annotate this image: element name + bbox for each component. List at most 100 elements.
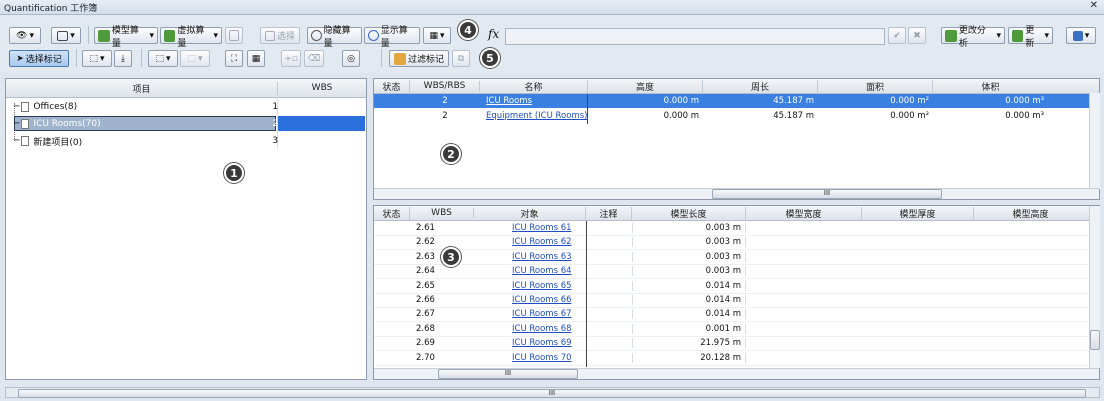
- object-link[interactable]: ICU Rooms 68: [474, 324, 586, 334]
- table-row[interactable]: 2.69 ICU Rooms 69 21.975 m: [374, 336, 1089, 352]
- column-status[interactable]: 状态: [374, 206, 410, 220]
- top-grid-hscroll[interactable]: III: [374, 188, 1099, 199]
- show-takeoff-label: 显示算量: [380, 25, 408, 49]
- name-link[interactable]: ICU Rooms: [480, 96, 588, 106]
- name-link[interactable]: Equipment (ICU Rooms): [480, 111, 588, 121]
- table-row[interactable]: 2.70 ICU Rooms 70 20.128 m: [374, 351, 1089, 366]
- column-model-length[interactable]: 模型长度: [632, 206, 746, 220]
- top-grid-row[interactable]: 2 Equipment (ICU Rooms) 0.000 m 45.187 m…: [374, 109, 1091, 123]
- column-wbs[interactable]: WBS: [278, 83, 366, 93]
- sheet-icon: ▦: [429, 30, 438, 41]
- select-markup-button[interactable]: ➤ 选择标记: [9, 50, 69, 67]
- cancel-button[interactable]: ✖: [908, 27, 926, 44]
- update-button[interactable]: 更新 ▾: [1008, 26, 1053, 49]
- object-link[interactable]: ICU Rooms 65: [474, 281, 586, 291]
- close-icon[interactable]: ✕: [1090, 0, 1098, 11]
- top-grid-hscroll-thumb[interactable]: III: [712, 189, 942, 199]
- table-row[interactable]: 2.64 ICU Rooms 64 0.003 m: [374, 264, 1089, 280]
- column-volume[interactable]: 体积: [933, 80, 1048, 93]
- top-grid-vscroll[interactable]: [1089, 93, 1100, 189]
- filter-markup-button[interactable]: 过滤标记: [389, 50, 449, 67]
- wbs-cell: 2.65: [416, 280, 435, 291]
- table-row[interactable]: 2.65 ICU Rooms 65 0.014 m: [374, 279, 1089, 294]
- model-takeoff-button[interactable]: 模型算量 ▾: [94, 26, 158, 49]
- object-link[interactable]: ICU Rooms 69: [474, 338, 586, 348]
- separator: [381, 49, 382, 67]
- table-row[interactable]: 2.68 ICU Rooms 68 0.001 m: [374, 322, 1089, 337]
- window-hscroll-thumb[interactable]: III: [18, 389, 1086, 398]
- model-length-cell: 20.128 m: [632, 352, 746, 363]
- wbs-cell: 2.70: [416, 352, 435, 363]
- poly-markup-button[interactable]: ⬚ ▾: [180, 50, 210, 67]
- bottom-grid-vscroll[interactable]: [1089, 206, 1100, 368]
- column-model-thickness[interactable]: 模型厚度: [862, 206, 974, 220]
- table-row[interactable]: 2.62 ICU Rooms 62 0.003 m: [374, 235, 1089, 251]
- column-name[interactable]: 名称: [480, 79, 588, 93]
- table-row[interactable]: 2.63 ICU Rooms 63 0.003 m: [374, 250, 1089, 265]
- area-markup-button[interactable]: ⬚ ▾: [148, 50, 178, 67]
- tree-item-new-item[interactable]: ─ 新建项目(0) 3: [14, 134, 358, 148]
- bucket-icon: ⛶: [230, 53, 238, 64]
- rect-markup-button[interactable]: ⬚ ▾: [82, 50, 112, 67]
- eraser-button[interactable]: ⌫: [304, 50, 324, 67]
- area-cell: 0.000 m²: [890, 111, 929, 121]
- virtual-takeoff-button[interactable]: 虚拟算量 ▾: [160, 26, 222, 49]
- column-wbs-rbs[interactable]: WBS/RBS: [410, 81, 480, 91]
- item-tree-panel: 项目 WBS ─ Offices(8) 1 ─ ICU Rooms(70) 2 …: [5, 78, 367, 380]
- column-model-width[interactable]: 模型宽度: [746, 206, 862, 220]
- formula-input[interactable]: [505, 28, 885, 45]
- window-hscroll[interactable]: III: [5, 387, 1100, 398]
- select-button[interactable]: 选择: [260, 27, 300, 44]
- column-comment[interactable]: 注释: [586, 206, 632, 220]
- view-eye-button[interactable]: 👁 ▾: [9, 27, 41, 44]
- object-link[interactable]: ICU Rooms 70: [474, 353, 586, 363]
- table-row[interactable]: 2.66 ICU Rooms 66 0.014 m: [374, 293, 1089, 308]
- show-takeoff-button[interactable]: 显示算量: [364, 26, 420, 49]
- clear-filter-button[interactable]: ⧉: [452, 50, 470, 67]
- fill-button[interactable]: ⛶: [225, 50, 243, 67]
- object-link[interactable]: ICU Rooms 66: [474, 295, 586, 305]
- add-point-button[interactable]: +▫: [281, 50, 301, 67]
- wbs-cell: 2.64: [416, 266, 435, 277]
- cursor-icon: ➤: [16, 53, 24, 64]
- wbs-cell: 2.68: [416, 323, 435, 334]
- column-height[interactable]: 高度: [588, 79, 703, 93]
- table-row[interactable]: 2.61 ICU Rooms 61 0.003 m: [374, 221, 1089, 236]
- column-status[interactable]: 状态: [374, 79, 410, 93]
- column-area[interactable]: 面积: [818, 79, 933, 93]
- export-button[interactable]: ▾: [1066, 27, 1096, 44]
- sheet-options-button[interactable]: ▦ ▾: [423, 27, 451, 44]
- copy-button[interactable]: [225, 27, 243, 44]
- column-object[interactable]: 对象: [474, 206, 586, 220]
- wbs-cell: 2.61: [416, 223, 435, 233]
- tree-item-icu-rooms[interactable]: ─ ICU Rooms(70) 2: [14, 117, 358, 131]
- grid-select-button[interactable]: ▦: [247, 50, 265, 67]
- change-analysis-button[interactable]: 更改分析 ▾: [941, 26, 1005, 49]
- column-item[interactable]: 项目: [6, 81, 278, 95]
- model-length-cell: 0.003 m: [632, 251, 746, 262]
- column-wbs[interactable]: WBS: [410, 208, 474, 218]
- volume-cell: 0.000 m³: [1005, 111, 1044, 121]
- column-perimeter[interactable]: 周长: [703, 79, 818, 93]
- tree-item-offices[interactable]: ─ Offices(8) 1: [14, 100, 358, 114]
- hide-takeoff-button[interactable]: 隐藏算量: [307, 26, 362, 49]
- top-grid-row[interactable]: 2 ICU Rooms 0.000 m 45.187 m 0.000 m² 0.…: [374, 94, 1091, 108]
- bottom-grid-hscroll[interactable]: III: [374, 368, 1099, 379]
- count-button[interactable]: ◎: [342, 50, 360, 67]
- bottom-grid-hscroll-thumb[interactable]: III: [438, 369, 578, 379]
- panel-layout-button[interactable]: ▾: [51, 27, 81, 44]
- object-link[interactable]: ICU Rooms 67: [474, 309, 586, 319]
- wbs-cell: 2.69: [416, 338, 435, 349]
- object-link[interactable]: ICU Rooms 61: [474, 223, 586, 233]
- object-link[interactable]: ICU Rooms 64: [474, 266, 586, 276]
- bottom-grid-vscroll-thumb[interactable]: [1090, 330, 1100, 350]
- object-link[interactable]: ICU Rooms 62: [474, 237, 586, 247]
- column-model-height[interactable]: 模型高度: [974, 207, 1087, 220]
- measure-button[interactable]: ⤓: [114, 50, 132, 67]
- chevron-down-icon: ▾: [213, 30, 218, 41]
- confirm-button[interactable]: ✔: [888, 27, 906, 44]
- table-row[interactable]: 2.67 ICU Rooms 67 0.014 m: [374, 307, 1089, 323]
- perimeter-cell: 45.187 m: [773, 111, 814, 121]
- chevron-down-icon: ▾: [1084, 30, 1090, 41]
- object-link[interactable]: ICU Rooms 63: [474, 252, 586, 262]
